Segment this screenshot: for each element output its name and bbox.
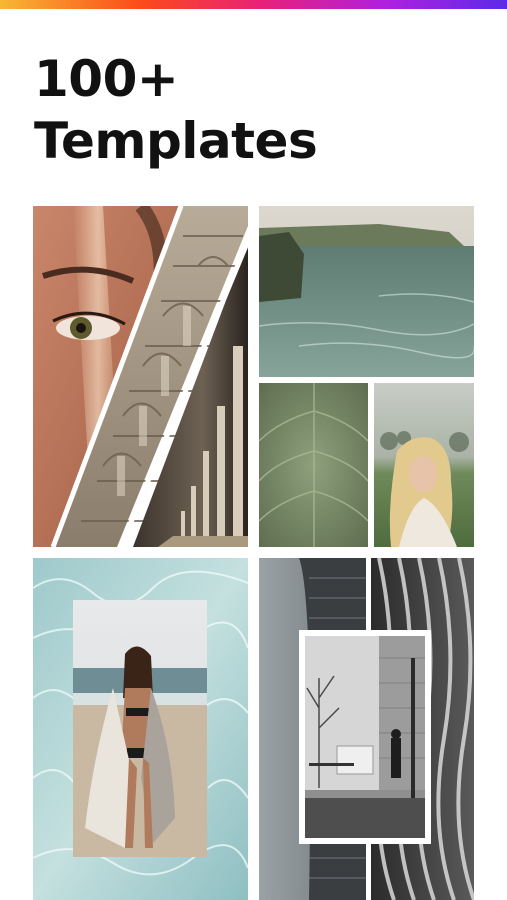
page-title: 100+ Templates [34, 48, 318, 172]
gradient-top-bar [0, 0, 507, 9]
page-title-line-2: Templates [34, 112, 318, 170]
template-architecture-collage[interactable] [259, 558, 474, 900]
photo-green-leaf-macro [259, 383, 369, 547]
template-framed-overlay[interactable] [33, 558, 248, 900]
photo-beach-woman-towel [73, 600, 207, 857]
page-title-line-1: 100+ [34, 50, 179, 108]
template-diagonal-collage[interactable] [33, 206, 248, 547]
template-grid-collage[interactable] [259, 206, 474, 547]
photo-blonde-woman-field [374, 383, 474, 547]
photo-sea-cliff-coast [259, 206, 474, 377]
photo-street-scene-bw [299, 630, 431, 844]
